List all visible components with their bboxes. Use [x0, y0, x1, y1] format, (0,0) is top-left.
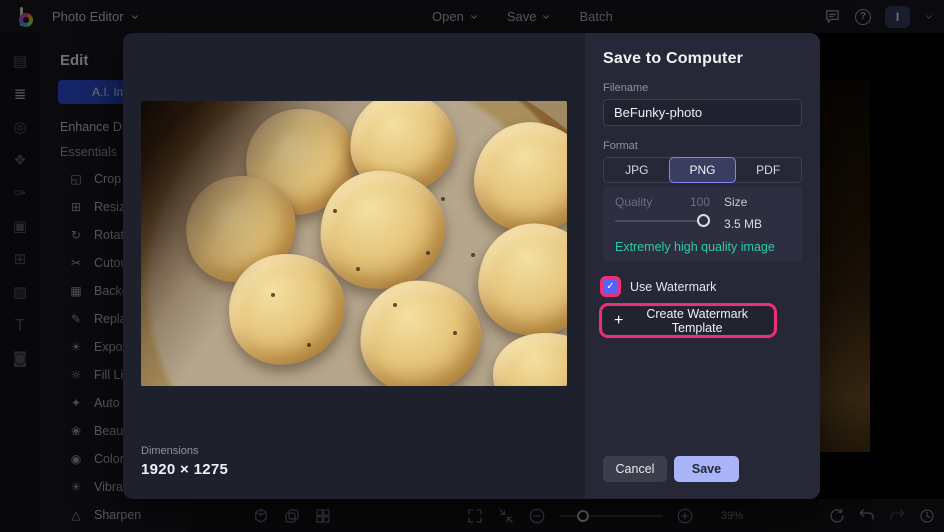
save-to-computer-modal: Dimensions 1920 × 1275 Save to Computer … [123, 33, 820, 499]
use-watermark-checkbox[interactable]: ✓ [603, 279, 618, 294]
format-segmented-control: JPG PNG PDF [603, 157, 802, 183]
image-preview-section: Dimensions 1920 × 1275 [123, 33, 585, 499]
quality-label: Quality [615, 195, 653, 209]
format-option-pdf[interactable]: PDF [735, 158, 801, 182]
quality-slider[interactable] [615, 214, 710, 228]
size-value: 3.5 MB [724, 217, 763, 231]
photo-shading [141, 101, 567, 386]
plus-icon: + [614, 311, 624, 329]
save-options-panel: Save to Computer Filename Format JPG PNG… [585, 33, 820, 499]
modal-actions: Cancel Save [603, 456, 739, 482]
quality-value: 100 [689, 195, 710, 209]
filename-label: Filename [603, 82, 649, 94]
quality-slider-handle[interactable] [697, 214, 710, 227]
quality-box: Quality 100 Size 3.5 MB Extremely high q… [603, 186, 802, 262]
use-watermark-row: ✓ Use Watermark [603, 279, 802, 294]
image-dimensions: Dimensions 1920 × 1275 [141, 445, 229, 478]
format-label: Format [603, 140, 638, 152]
save-button[interactable]: Save [674, 456, 739, 482]
cancel-button[interactable]: Cancel [603, 456, 667, 482]
preview-image [141, 101, 567, 386]
size-label: Size [724, 195, 748, 209]
modal-title: Save to Computer [603, 50, 744, 67]
format-option-jpg[interactable]: JPG [604, 158, 670, 182]
quality-note: Extremely high quality image [615, 240, 775, 254]
create-watermark-template-button[interactable]: + Create Watermark Template [599, 303, 777, 338]
use-watermark-label: Use Watermark [630, 279, 717, 294]
format-option-png[interactable]: PNG [668, 157, 737, 183]
filename-input[interactable] [603, 99, 802, 126]
